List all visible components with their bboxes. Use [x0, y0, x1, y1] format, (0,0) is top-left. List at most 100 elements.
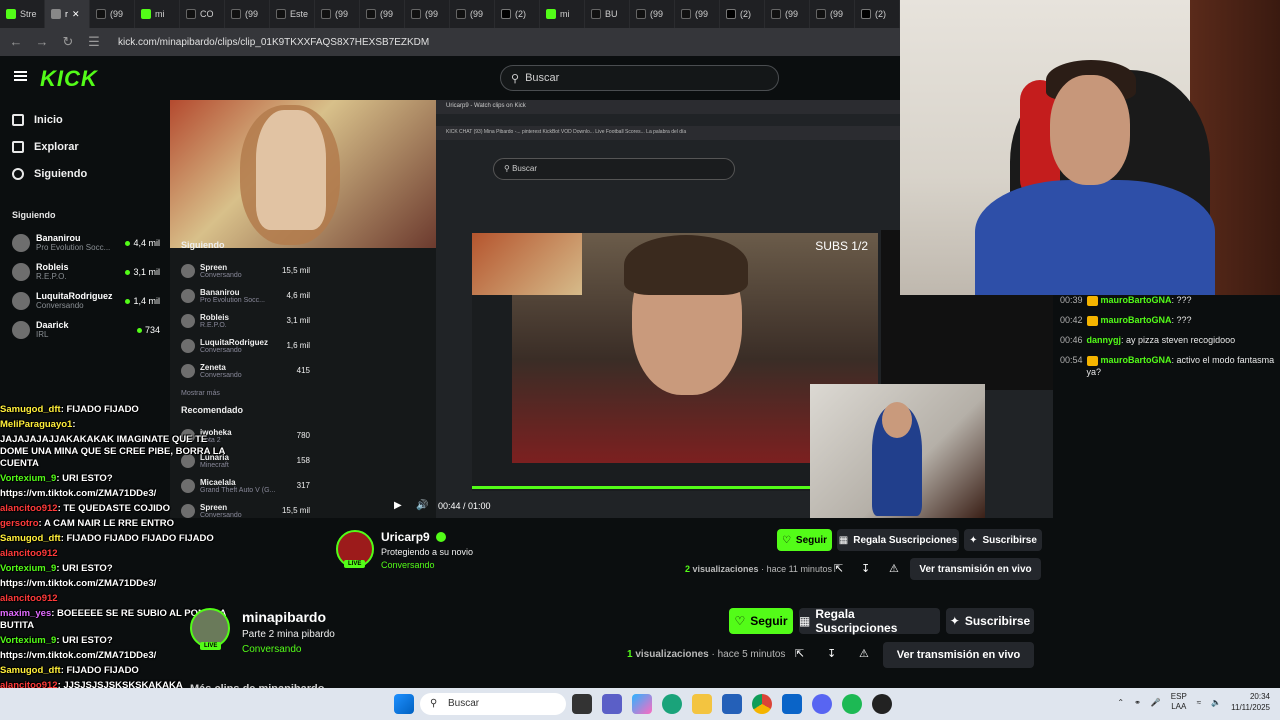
browser-tab[interactable]: Este	[270, 0, 315, 28]
browser-tab[interactable]: Stre	[0, 0, 45, 28]
chevron-up-icon[interactable]: ⌃	[1117, 698, 1124, 707]
report-icon[interactable]: ⚠	[889, 562, 899, 575]
browser-tab[interactable]: CO	[180, 0, 225, 28]
file-explorer-icon[interactable]	[692, 694, 712, 714]
close-icon[interactable]: ✕	[72, 9, 80, 20]
x-logo-icon	[501, 9, 511, 19]
sidebar-channel[interactable]: Daarick IRL 734	[0, 315, 170, 344]
browser-tab[interactable]: BU	[585, 0, 630, 28]
browser-tab[interactable]: r ✕	[45, 0, 90, 28]
tab-label: (2)	[515, 9, 526, 19]
tab-label: (99	[110, 9, 124, 19]
overlay-chat-message: JAJAJAJAJJAKAKAKAK IMAGINATE QUE TE DOME…	[0, 434, 230, 470]
share-icon[interactable]: ⇱	[834, 562, 843, 575]
share-icon[interactable]: ⇱	[795, 647, 804, 660]
browser-tab[interactable]: (99	[810, 0, 855, 28]
sidebar-channel[interactable]: Robleis R.E.P.O. 3,1 mil	[0, 257, 170, 286]
chat-message-text: : FIJADO FIJADO	[60, 404, 139, 415]
play-icon[interactable]: ▶	[394, 500, 406, 512]
obs-icon[interactable]	[872, 694, 892, 714]
star-icon: ✦	[949, 614, 960, 628]
language-indicator[interactable]: ESP LAA	[1171, 692, 1187, 712]
chat-message-text: : URI ESTO?	[56, 473, 113, 484]
task-view-icon[interactable]	[572, 694, 592, 714]
tiktok-icon	[456, 9, 466, 19]
browser-tab[interactable]: (99	[630, 0, 675, 28]
browser-tab[interactable]: (99	[405, 0, 450, 28]
watch-live-button[interactable]: Ver transmisión en vivo	[910, 558, 1041, 580]
gift-subs-button[interactable]: ▦ Regala Suscripciones	[799, 607, 940, 635]
nav-home[interactable]: Inicio	[0, 106, 170, 133]
network-icon[interactable]: ⚭	[1134, 698, 1141, 707]
inner-webcam-head	[882, 402, 912, 438]
spotify-icon[interactable]	[842, 694, 862, 714]
gift-subs-button[interactable]: ▦ Regala Suscripciones	[837, 529, 959, 551]
browser-tab[interactable]: mi	[540, 0, 585, 28]
site-info-icon[interactable]: ☰	[86, 34, 102, 50]
channel-name[interactable]: minapibardo	[242, 609, 326, 625]
teams-icon[interactable]	[602, 694, 622, 714]
follow-label: Seguir	[750, 614, 788, 628]
chat-message-text: : ay pizza steven recogidooo	[1121, 335, 1236, 346]
copilot-icon[interactable]	[632, 694, 652, 714]
chat-username[interactable]: mauroBartoGNA	[1101, 295, 1172, 305]
download-icon[interactable]: ↧	[861, 562, 870, 575]
sidebar-channel[interactable]: LuquitaRodriguez Conversando 1,4 mil	[0, 286, 170, 315]
browser-tab[interactable]: (99	[225, 0, 270, 28]
tab-label: (99	[380, 9, 394, 19]
gift-icon: ▦	[838, 534, 849, 546]
browser-tab[interactable]: (2)	[720, 0, 765, 28]
url-text[interactable]: kick.com/minapibardo/clips/clip_01K9TKXX…	[118, 37, 429, 48]
browser-tab[interactable]: (99	[360, 0, 405, 28]
report-icon[interactable]: ⚠	[859, 647, 869, 660]
forward-icon[interactable]: →	[34, 34, 50, 50]
chrome-icon[interactable]	[752, 694, 772, 714]
subscribe-button[interactable]: ✦ Suscribirse	[964, 529, 1042, 551]
kick-logo[interactable]: KICK	[40, 66, 98, 92]
sidebar-channel[interactable]: Bananirou Pro Evolution Socc... 4,4 mil	[0, 228, 170, 257]
back-icon[interactable]: ←	[8, 34, 24, 50]
volume-icon[interactable]: 🔈	[1211, 698, 1221, 707]
windows-start-icon[interactable]	[394, 694, 414, 714]
menu-icon[interactable]	[14, 71, 27, 81]
discord-icon[interactable]	[812, 694, 832, 714]
watch-live-button[interactable]: Ver transmisión en vivo	[883, 642, 1034, 668]
browser-tab[interactable]: (99	[765, 0, 810, 28]
browser-tab[interactable]: (99	[450, 0, 495, 28]
browser-tab[interactable]: (99	[315, 0, 360, 28]
browser-tab[interactable]: (2)	[855, 0, 900, 28]
browser-tab[interactable]: (99	[90, 0, 135, 28]
outlook-icon[interactable]	[782, 694, 802, 714]
download-icon[interactable]: ↧	[827, 647, 836, 660]
chat-message-text: : ???	[1171, 295, 1192, 305]
category-link[interactable]: Conversando	[381, 560, 435, 570]
edge-icon[interactable]	[662, 694, 682, 714]
clock[interactable]: 20:34 11/11/2025	[1231, 691, 1270, 713]
subscribe-button[interactable]: ✦ Suscribirse	[946, 608, 1034, 634]
search-input[interactable]: ⚲ Buscar	[500, 65, 779, 91]
chat-username[interactable]: mauroBartoGNA	[1101, 315, 1172, 325]
browser-tab[interactable]: (2)	[495, 0, 540, 28]
store-icon[interactable]	[722, 694, 742, 714]
channel-category: Pro Evolution Socc...	[36, 243, 111, 252]
follow-button[interactable]: ♡ Seguir	[729, 608, 793, 634]
browser-tab[interactable]: mi	[135, 0, 180, 28]
nav-explore[interactable]: Explorar	[0, 133, 170, 160]
channel-text: Robleis R.E.P.O.	[36, 262, 119, 281]
chat-message-text: : URI ESTO?	[56, 563, 113, 574]
nav-following[interactable]: Siguiendo	[0, 160, 170, 187]
overlay-chat-message: alancitoo912	[0, 548, 230, 560]
chat-username[interactable]: mauroBartoGNA	[1101, 355, 1172, 365]
microphone-icon[interactable]: 🎤	[1151, 698, 1161, 707]
taskbar-search[interactable]: ⚲ Buscar	[420, 693, 566, 715]
follow-button[interactable]: ♡ Seguir	[777, 529, 832, 551]
channel-text: Robleis R.E.P.O.	[200, 313, 229, 329]
browser-tab[interactable]: (99	[675, 0, 720, 28]
following-list: Bananirou Pro Evolution Socc... 4,4 mil Rob…	[0, 228, 170, 344]
wifi-icon[interactable]: ≈	[1197, 698, 1201, 707]
volume-icon[interactable]: 🔊	[416, 500, 428, 512]
chat-username[interactable]: dannygj	[1087, 335, 1122, 345]
reload-icon[interactable]: ↻	[60, 34, 76, 50]
channel-name[interactable]: Uricarp9	[381, 530, 430, 544]
category-link[interactable]: Conversando	[242, 644, 301, 655]
